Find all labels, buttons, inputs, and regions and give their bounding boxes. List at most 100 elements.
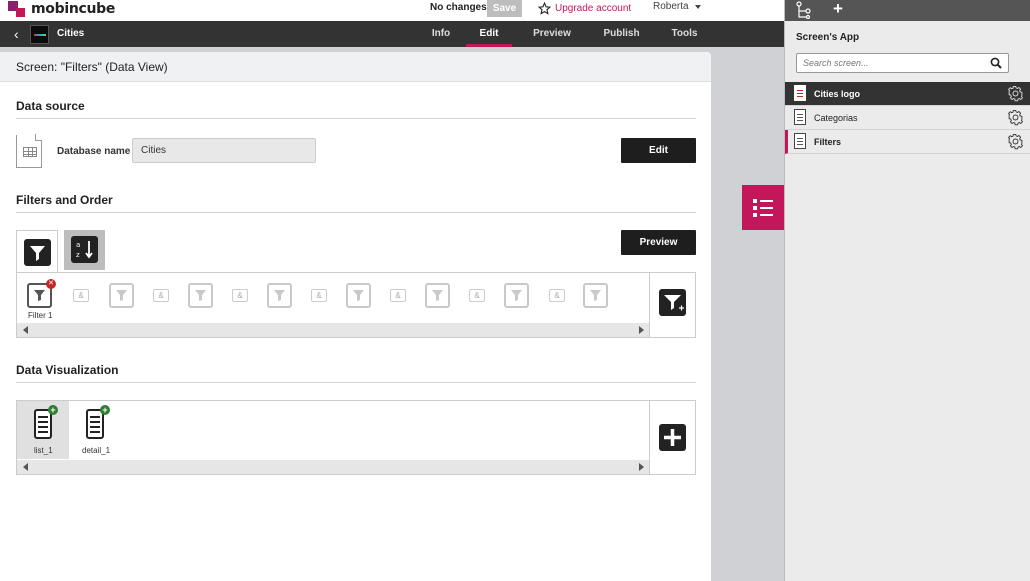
tab-edit[interactable]: Edit	[464, 21, 514, 47]
tab-publish[interactable]: Publish	[590, 21, 653, 47]
screen-label: Filters	[814, 137, 842, 147]
divider	[16, 212, 696, 213]
tab-info[interactable]: Info	[418, 21, 464, 47]
and-connector[interactable]: &	[469, 289, 485, 302]
add-filter-button[interactable]	[649, 273, 695, 337]
save-status: No changes	[430, 2, 487, 13]
gear-icon[interactable]	[1007, 133, 1024, 150]
view-label: list_1	[34, 446, 53, 455]
and-connector[interactable]: &	[549, 289, 565, 302]
database-name-label: Database name	[57, 146, 131, 157]
search-input[interactable]	[797, 54, 977, 72]
scroll-right-icon[interactable]	[639, 326, 644, 334]
app-title: Cities	[57, 28, 85, 39]
filter-slot[interactable]	[583, 283, 608, 308]
and-connector[interactable]: &	[390, 289, 406, 302]
filter-icon	[24, 239, 51, 266]
tab-order[interactable]: a z	[64, 230, 105, 270]
divider	[16, 382, 696, 383]
user-menu[interactable]: Roberta	[653, 1, 701, 12]
top-bar: mobincube No changes Save Upgrade accoun…	[0, 0, 784, 21]
scroll-left-icon[interactable]	[23, 326, 28, 334]
sidebar-title: Screen's App	[796, 32, 860, 43]
filter-icon	[274, 290, 285, 301]
and-connector[interactable]: &	[153, 289, 169, 302]
and-connector[interactable]: &	[311, 289, 327, 302]
screen-item[interactable]: Filters	[785, 130, 1030, 154]
tree-icon[interactable]	[796, 1, 812, 19]
mobincube-logo[interactable]: mobincube	[8, 0, 115, 18]
main-tabs: Info Edit Preview Publish Tools	[418, 21, 716, 47]
filters-order-title: Filters and Order	[16, 193, 113, 207]
filter-icon	[590, 290, 601, 301]
filter-label: Filter 1	[28, 311, 53, 320]
logo-text: mobincube	[31, 1, 116, 17]
svg-text:z: z	[76, 251, 80, 259]
sort-az-icon: a z	[71, 236, 98, 263]
filter-icon	[432, 290, 443, 301]
chevron-down-icon	[694, 4, 701, 9]
tab-preview[interactable]: Preview	[514, 21, 590, 47]
filter-slot[interactable]	[346, 283, 371, 308]
star-icon	[538, 2, 551, 15]
upgrade-account-link[interactable]: Upgrade account	[538, 0, 631, 17]
logo-mark-icon	[8, 1, 28, 17]
horizontal-scrollbar[interactable]	[17, 460, 650, 474]
filter-slot[interactable]	[267, 283, 292, 308]
view-label: detail_1	[82, 446, 111, 455]
data-visualization-title: Data Visualization	[16, 363, 119, 377]
database-table-icon	[16, 134, 42, 168]
filter-slot[interactable]	[504, 283, 529, 308]
gear-icon[interactable]	[1007, 85, 1024, 102]
preview-button[interactable]: Preview	[621, 230, 696, 255]
app-nav-bar: ‹ Cities Info Edit Preview Publish Tools	[0, 21, 784, 47]
view-item-list[interactable]: + list_1	[17, 401, 69, 459]
horizontal-scrollbar[interactable]	[17, 323, 650, 337]
app-icon	[30, 25, 49, 44]
scroll-left-icon[interactable]	[23, 463, 28, 471]
and-connector[interactable]: &	[232, 289, 248, 302]
user-name: Roberta	[653, 1, 689, 12]
back-arrow-icon[interactable]: ‹	[14, 26, 19, 42]
upgrade-label: Upgrade account	[555, 3, 632, 14]
filter-icon	[116, 290, 127, 301]
svg-text:a: a	[76, 241, 80, 249]
add-icon: +	[100, 405, 110, 415]
screen-list-toggle-button[interactable]	[742, 185, 784, 230]
add-filter-icon	[659, 289, 686, 316]
filter-icon	[353, 290, 364, 301]
search-icon[interactable]	[990, 57, 1002, 69]
add-view-button[interactable]	[649, 401, 695, 474]
add-screen-icon[interactable]: +	[833, 0, 843, 19]
sidebar-toolbar: +	[785, 0, 1030, 21]
plus-icon	[659, 424, 686, 451]
and-connector[interactable]: &	[73, 289, 89, 302]
screen-list: Cities logo Categorias Filters	[785, 82, 1030, 154]
screen-editor-panel: Screen: "Filters" (Data View) Data sourc…	[0, 52, 711, 581]
tab-tools[interactable]: Tools	[653, 21, 716, 47]
gear-icon[interactable]	[1007, 109, 1024, 126]
filter-slot[interactable]	[109, 283, 134, 308]
visualization-strip: + list_1 + detail_1	[16, 400, 696, 475]
view-item-detail[interactable]: + detail_1	[69, 401, 124, 459]
filter-slot[interactable]	[425, 283, 450, 308]
screen-item[interactable]: Cities logo	[785, 82, 1030, 106]
save-button[interactable]: Save	[487, 0, 522, 17]
filter-icon	[195, 290, 206, 301]
remove-filter-icon[interactable]: ✕	[46, 279, 56, 289]
edit-database-button[interactable]: Edit	[621, 138, 696, 163]
filter-slot[interactable]	[188, 283, 213, 308]
page-icon	[794, 85, 806, 101]
divider	[16, 118, 696, 119]
filter-icon	[511, 290, 522, 301]
screen-item[interactable]: Categorias	[785, 106, 1030, 130]
database-name-field[interactable]: Cities	[132, 138, 316, 163]
page-icon	[794, 133, 806, 149]
scroll-right-icon[interactable]	[639, 463, 644, 471]
list-icon	[753, 199, 773, 217]
screen-header: Screen: "Filters" (Data View)	[0, 52, 711, 82]
page-icon	[794, 109, 806, 125]
filter-icon	[34, 290, 45, 301]
screen-search	[796, 53, 1009, 73]
tab-filters[interactable]	[16, 230, 58, 273]
